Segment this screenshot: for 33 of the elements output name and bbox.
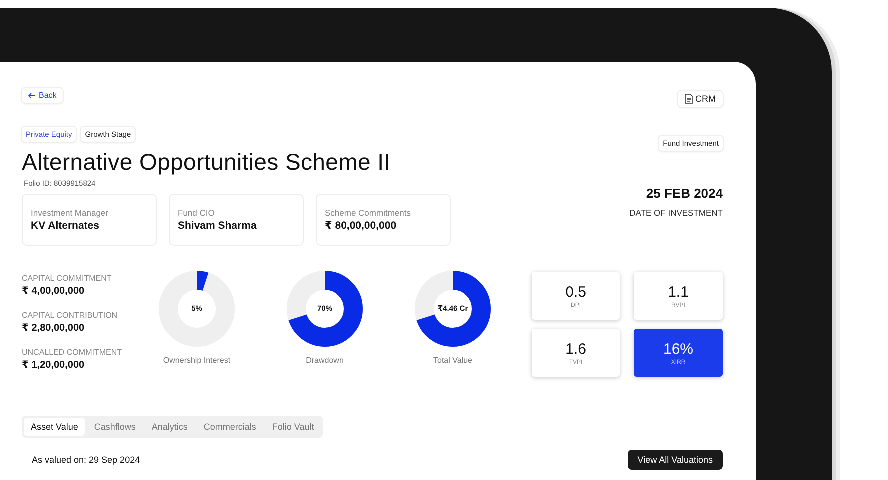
crm-button[interactable]: CRM [678, 91, 723, 107]
date-label: DATE OF INVESTMENT [630, 208, 723, 218]
metric-value: 16% [663, 340, 694, 358]
donut-label: Ownership Interest [163, 356, 231, 365]
info-label: Fund CIO [178, 208, 216, 218]
capital-label: CAPITAL COMMITMENT [22, 274, 113, 283]
info-value: ₹ 80,00,00,000 [325, 220, 398, 232]
metric-value: 1.1 [668, 284, 689, 300]
info-label: Investment Manager [31, 208, 110, 218]
back-button[interactable]: Back [22, 88, 63, 103]
view-valuations-button[interactable]: View All Valuations [628, 450, 723, 470]
arrow-left-icon [28, 92, 36, 100]
capital-label: UNCALLED COMMITMENT [22, 348, 124, 357]
capital-value: ₹ 2,80,00,000 [22, 323, 86, 334]
capital-value: ₹ 1,20,00,000 [22, 360, 86, 371]
tab[interactable]: Asset Value [24, 418, 86, 436]
valuation-date: As valued on: 29 Sep 2024 [32, 455, 140, 465]
info-value: Shivam Sharma [178, 220, 258, 232]
tab[interactable]: Analytics [144, 418, 195, 436]
tab[interactable]: Cashflows [87, 418, 143, 436]
tab[interactable]: Commercials [196, 418, 264, 436]
metric-value: 0.5 [566, 284, 586, 300]
investment-date: 25 FEB 2024 [646, 186, 723, 201]
metric-value: 1.6 [566, 340, 586, 358]
info-value: KV Alternates [31, 220, 100, 232]
document-icon [684, 94, 692, 104]
capital-label: CAPITAL CONTRIBUTION [22, 311, 119, 320]
info-label: Scheme Commitments [325, 208, 412, 218]
donut-label: Drawdown [306, 356, 344, 365]
donut-label: Total Value [434, 356, 472, 365]
tab[interactable]: Folio Vault [265, 418, 322, 436]
scheme-title: Alternative Opportunities Scheme II [22, 149, 392, 176]
capital-value: ₹ 4,00,00,000 [22, 286, 86, 297]
